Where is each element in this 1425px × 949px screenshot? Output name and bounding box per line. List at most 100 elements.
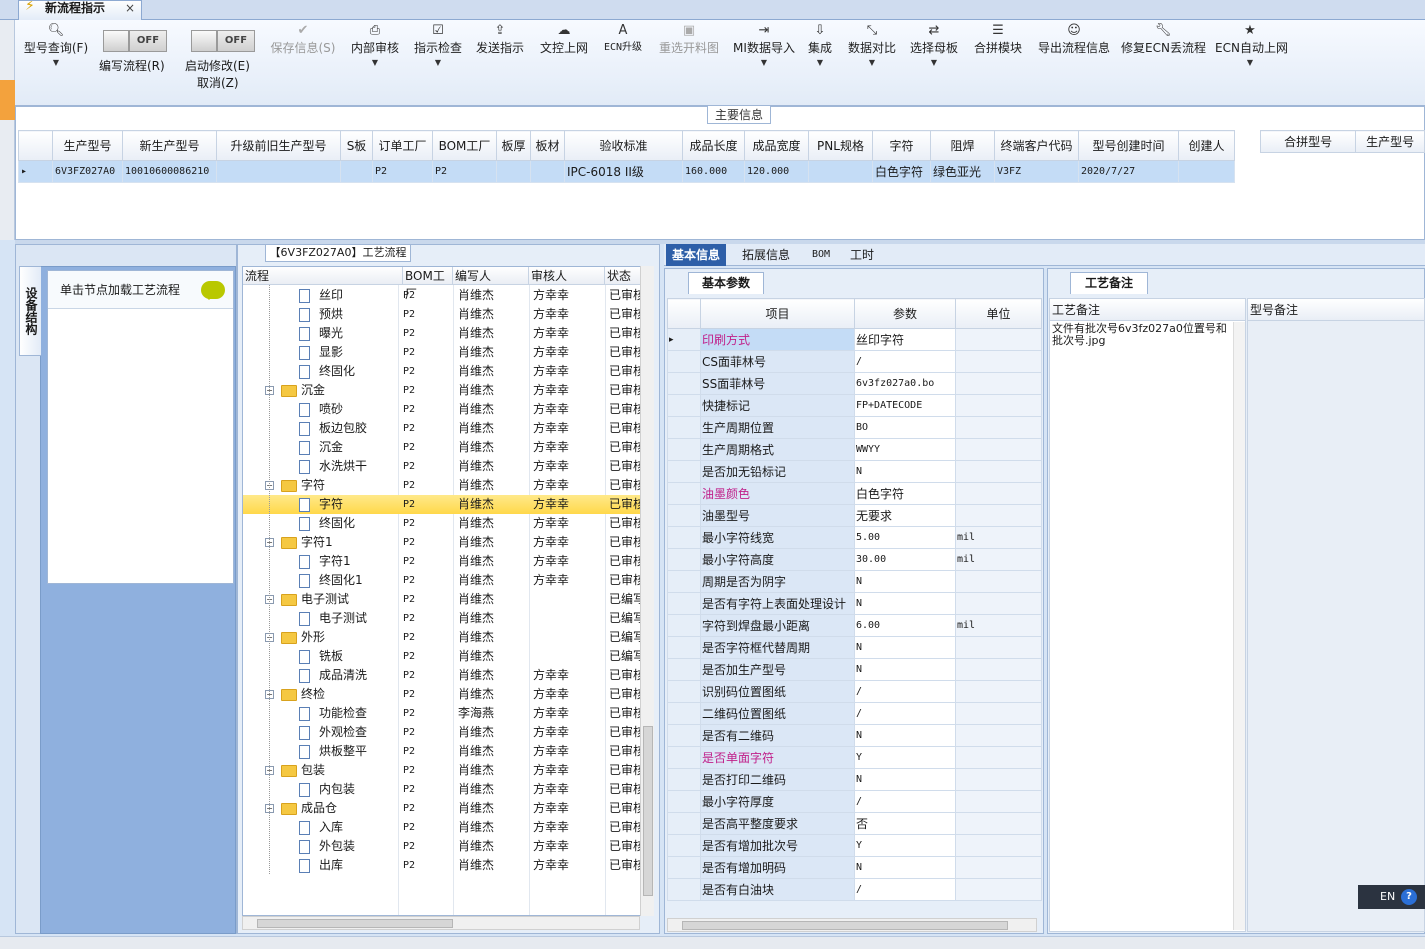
dropdown-arrow-icon[interactable]: ▼: [349, 56, 401, 70]
tree-row[interactable]: 显影 P2 肖维杰 方幸幸 已审核: [243, 343, 641, 362]
table-cell[interactable]: 白色字符: [872, 160, 931, 183]
param-row[interactable]: 油墨型号 无要求: [667, 504, 1042, 527]
table-cell[interactable]: P2: [432, 160, 497, 183]
param-value[interactable]: N: [854, 636, 956, 659]
column-header[interactable]: 流程: [243, 267, 403, 285]
close-tab-icon[interactable]: ×: [125, 1, 135, 15]
tree-vertical-scrollbar[interactable]: [640, 266, 654, 916]
param-row[interactable]: 最小字符线宽 5.00 mil: [667, 526, 1042, 549]
ecn-upgrade-button[interactable]: A ECN升级: [600, 22, 646, 56]
table-cell[interactable]: 绿色亚光: [930, 160, 995, 183]
column-header[interactable]: 型号创建时间: [1078, 130, 1179, 161]
column-header[interactable]: PNL规格: [808, 130, 873, 161]
column-header[interactable]: 单位: [955, 298, 1042, 329]
param-row[interactable]: CS面菲林号 /: [667, 350, 1042, 373]
param-row[interactable]: 周期是否为阴字 N: [667, 570, 1042, 593]
param-row[interactable]: 是否有二维码 N: [667, 724, 1042, 747]
column-header[interactable]: 生产型号: [1355, 130, 1425, 153]
param-row[interactable]: 生产周期位置 BO: [667, 416, 1042, 439]
notes-scrollbar[interactable]: [1233, 322, 1245, 930]
tab-new-flow-instruction[interactable]: ⚡ 新流程指示 ×: [18, 0, 142, 20]
tree-row[interactable]: 水洗烘干 P2 肖维杰 方幸幸 已审核: [243, 457, 641, 476]
tree-row[interactable]: 丝印 P2 肖维杰 方幸幸 已审核: [243, 286, 641, 305]
param-row[interactable]: 油墨颜色 白色字符: [667, 482, 1042, 505]
column-header[interactable]: 项目: [700, 298, 855, 329]
tree-row[interactable]: 预烘 P2 肖维杰 方幸幸 已审核: [243, 305, 641, 324]
select-mother-board-button[interactable]: ⇄ 选择母板 ▼: [908, 22, 960, 70]
tree-row[interactable]: 外包装 P2 肖维杰 方幸幸 已审核: [243, 837, 641, 856]
basic-params-tab[interactable]: 基本参数: [688, 272, 764, 294]
param-value[interactable]: /: [854, 702, 956, 725]
tree-row[interactable]: 字符1 P2 肖维杰 方幸幸 已审核: [243, 552, 641, 571]
tab-bom[interactable]: BOM: [806, 244, 836, 266]
tree-row[interactable]: −包装P2肖维杰方幸幸已审核: [243, 761, 641, 780]
column-header[interactable]: 型号备注: [1248, 299, 1424, 321]
param-row[interactable]: ▸ 印刷方式 丝印字符: [667, 328, 1042, 351]
tree-row[interactable]: −电子测试P2肖维杰已编写: [243, 590, 641, 609]
tree-horizontal-scrollbar[interactable]: [242, 916, 640, 930]
tree-row[interactable]: −外形P2肖维杰已编写: [243, 628, 641, 647]
column-header[interactable]: 参数: [854, 298, 956, 329]
table-cell[interactable]: P2: [372, 160, 433, 183]
table-cell[interactable]: 160.000: [682, 160, 745, 183]
fix-ecn-flow-button[interactable]: 🔧︎ 修复ECN丢流程: [1121, 22, 1206, 56]
param-row[interactable]: 是否有增加明码 N: [667, 856, 1042, 879]
param-row[interactable]: 生产周期格式 WWYY: [667, 438, 1042, 461]
param-value[interactable]: 无要求: [854, 504, 956, 527]
tree-row[interactable]: 内包装 P2 肖维杰 方幸幸 已审核: [243, 780, 641, 799]
column-header[interactable]: 创建人: [1178, 130, 1235, 161]
tree-row[interactable]: 沉金 P2 肖维杰 方幸幸 已审核: [243, 438, 641, 457]
help-icon[interactable]: ?: [1401, 889, 1417, 905]
dropdown-arrow-icon[interactable]: ▼: [908, 56, 960, 70]
param-value[interactable]: N: [854, 658, 956, 681]
param-row[interactable]: 是否有字符上表面处理设计 N: [667, 592, 1042, 615]
param-value[interactable]: 丝印字符: [854, 328, 956, 351]
ecn-auto-upload-button[interactable]: ★ ECN自动上网 ▼: [1215, 22, 1288, 70]
param-value[interactable]: 6.00: [854, 614, 956, 637]
column-header[interactable]: 终端客户代码: [994, 130, 1079, 161]
column-header[interactable]: BOM工厂: [403, 267, 453, 301]
export-flow-button[interactable]: ☺ 导出流程信息: [1035, 22, 1113, 56]
merge-module-button[interactable]: ☰ 合拼模块: [972, 22, 1024, 56]
param-row[interactable]: 是否有增加批次号 Y: [667, 834, 1042, 857]
column-header[interactable]: 合拼型号: [1259, 130, 1357, 153]
column-header[interactable]: 状态: [605, 267, 641, 285]
cancel-button[interactable]: 取消(Z): [197, 74, 239, 91]
tree-row[interactable]: 曝光 P2 肖维杰 方幸幸 已审核: [243, 324, 641, 343]
param-row[interactable]: 字符到焊盘最小距离 6.00 mil: [667, 614, 1042, 637]
tree-row[interactable]: −字符P2肖维杰方幸幸已审核: [243, 476, 641, 495]
param-value[interactable]: /: [854, 350, 956, 373]
language-indicator[interactable]: EN ?: [1358, 885, 1425, 909]
tree-row[interactable]: 板边包胶 P2 肖维杰 方幸幸 已审核: [243, 419, 641, 438]
mi-import-button[interactable]: ⇥ MI数据导入 ▼: [731, 22, 797, 70]
param-value[interactable]: BO: [854, 416, 956, 439]
param-value[interactable]: WWYY: [854, 438, 956, 461]
param-row[interactable]: 是否加生产型号 N: [667, 658, 1042, 681]
table-cell[interactable]: [530, 160, 565, 183]
column-header[interactable]: 生产型号: [52, 130, 123, 161]
dropdown-arrow-icon[interactable]: ▼: [21, 56, 91, 70]
table-row[interactable]: ▸ 6V3FZ027A0 10010600086210 P2 P2 IPC-6018 II…: [18, 160, 1235, 183]
param-row[interactable]: 是否单面字符 Y: [667, 746, 1042, 769]
send-instruction-button[interactable]: ⇪ 发送指示: [473, 22, 527, 56]
column-header[interactable]: 阻焊: [930, 130, 995, 161]
param-row[interactable]: SS面菲林号 6v3fz027a0.bo: [667, 372, 1042, 395]
dropdown-arrow-icon[interactable]: ▼: [731, 56, 797, 70]
column-header[interactable]: 审核人: [529, 267, 605, 285]
dropdown-arrow-icon[interactable]: ▼: [845, 56, 899, 70]
instruction-check-button[interactable]: ☑ 指示检查 ▼: [412, 22, 464, 70]
auto-modify-toggle[interactable]: OFF: [191, 30, 255, 52]
table-cell[interactable]: IPC-6018 II级: [564, 160, 683, 183]
internal-review-button[interactable]: ⎙ 内部审核 ▼: [349, 22, 401, 70]
dropdown-arrow-icon[interactable]: ▼: [412, 56, 464, 70]
tree-row[interactable]: 终固化 P2 肖维杰 方幸幸 已审核: [243, 362, 641, 381]
table-cell[interactable]: 2020/7/27: [1078, 160, 1179, 183]
column-header[interactable]: 新生产型号: [122, 130, 217, 161]
param-row[interactable]: 是否打印二维码 N: [667, 768, 1042, 791]
params-horizontal-scrollbar[interactable]: [667, 918, 1037, 932]
process-notes-tab[interactable]: 工艺备注: [1070, 272, 1148, 294]
column-header[interactable]: S板: [340, 130, 373, 161]
tree-row[interactable]: 出库 P2 肖维杰 方幸幸 已审核: [243, 856, 641, 875]
doc-control-upload-button[interactable]: ☁ 文控上网: [537, 22, 591, 56]
param-value[interactable]: /: [854, 790, 956, 813]
